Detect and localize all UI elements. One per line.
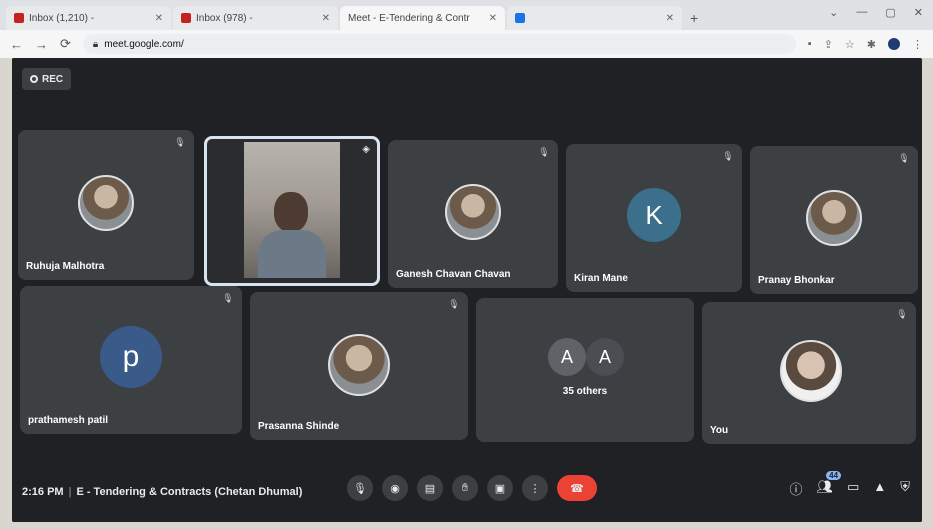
mic-off-icon: 🎙︎ — [896, 309, 908, 319]
tab-gmail-1[interactable]: Inbox (1,210) - ✕ — [6, 6, 171, 30]
rec-label: REC — [42, 73, 64, 85]
call-controls: 🎙︎ ◉ ▤ ✋︎ ▣ ⋮ ☎︎ — [347, 475, 597, 501]
record-icon — [30, 75, 38, 83]
url-text: meet.google.com/ — [104, 38, 184, 50]
others-count: 35 others — [562, 386, 608, 397]
participant-tile[interactable]: 🎙︎ Prasanna Shinde — [250, 292, 468, 440]
tab-label: Inbox (978) - — [196, 12, 253, 24]
new-tab-button[interactable]: + — [690, 10, 698, 26]
bookmark-star-icon[interactable]: ☆ — [845, 38, 855, 51]
camera-icon[interactable]: ◉ — [382, 475, 408, 501]
video-person-head — [274, 192, 308, 232]
tab-meet[interactable]: Meet - E-Tendering & Contr ✕ — [12, 6, 505, 68]
tab-label: Inbox (1,210) - — [29, 12, 95, 24]
tab-doc[interactable]: ✕ — [507, 6, 682, 30]
participant-name: Ganesh Chavan Chavan — [396, 269, 511, 280]
participant-name: You — [710, 425, 729, 436]
video-person-body — [258, 230, 326, 278]
mic-off-icon: 🎙︎ — [722, 151, 734, 161]
mic-off-icon: 🎙︎ — [222, 293, 234, 303]
participant-name: prathamesh patil — [28, 415, 109, 426]
tab-gmail-2[interactable]: Inbox (978) - ✕ — [173, 6, 338, 30]
browser-tab-bar: Inbox (1,210) - ✕ Inbox (978) - ✕ Meet -… — [0, 0, 933, 68]
avatar: A — [586, 338, 624, 376]
participant-count-badge: 44 — [826, 471, 842, 480]
lock-icon: 🔒︎ — [92, 38, 99, 50]
host-controls-icon[interactable]: ⛨ — [900, 479, 910, 498]
avatar: A — [548, 338, 586, 376]
avatar — [806, 190, 862, 246]
menu-icon[interactable]: ⋮ — [912, 38, 923, 51]
participant-tile[interactable]: 🎙︎ Ganesh Chavan Chavan — [388, 140, 558, 288]
avatar — [445, 184, 501, 240]
meeting-info: 2:16 PM | E - Tendering & Contracts (Cheta… — [22, 486, 303, 498]
close-icon[interactable]: ✕ — [155, 13, 163, 24]
doc-icon — [515, 13, 525, 23]
participant-name: Pranay Bhonkar — [758, 275, 835, 286]
share-icon[interactable]: ⇪ — [824, 38, 833, 51]
meeting-title: E - Tendering & Contracts (Chetan Dhumal… — [76, 486, 303, 498]
camera-icon[interactable]: ▪ — [808, 38, 812, 51]
participant-tile-active-speaker[interactable]: ◈ — [204, 136, 380, 286]
participant-tile-self[interactable]: 🎙︎ You — [702, 302, 916, 444]
captions-icon[interactable]: ▤ — [417, 475, 443, 501]
leave-call-button[interactable]: ☎︎ — [557, 475, 597, 501]
participant-video — [244, 142, 340, 278]
avatar: K — [627, 188, 681, 242]
info-icon[interactable]: ⓘ — [790, 479, 803, 498]
meeting-time: 2:16 PM — [22, 486, 64, 498]
side-controls: ⓘ 👥︎ 44 ▭ ▲ ⛨ — [790, 471, 910, 498]
mic-off-icon: 🎙︎ — [538, 147, 550, 157]
speaking-indicator-icon: ◈ — [362, 144, 370, 155]
chevron-down-icon[interactable]: ⌄ — [829, 6, 838, 19]
maximize-icon[interactable]: ▢ — [885, 6, 895, 19]
participant-tile[interactable]: 🎙︎ K Kiran Mane — [566, 144, 742, 292]
avatar — [780, 340, 842, 402]
address-bar[interactable]: 🔒︎ meet.google.com/ — [82, 34, 796, 54]
profile-avatar[interactable] — [888, 37, 900, 50]
close-icon[interactable]: ✕ — [322, 13, 330, 24]
participant-tile[interactable]: 🎙︎ p prathamesh patil — [20, 286, 242, 434]
gmail-icon — [14, 13, 24, 23]
toolbar-actions: ▪ ⇪ ☆ ✱ ⋮ — [808, 37, 923, 51]
close-icon[interactable]: ✕ — [666, 13, 674, 24]
browser-toolbar: ← → ⟳ 🔒︎ meet.google.com/ ▪ ⇪ ☆ ✱ ⋮ — [0, 30, 933, 58]
participant-name: Kiran Mane — [574, 273, 628, 284]
extensions-icon[interactable]: ✱ — [867, 38, 876, 51]
gmail-icon — [181, 13, 191, 23]
reload-icon[interactable]: ⟳ — [60, 36, 71, 52]
participant-name: Prasanna Shinde — [258, 421, 340, 432]
activities-icon[interactable]: ▲ — [873, 479, 886, 498]
meet-window: REC 🎙︎ Ruhuja Malhotra ◈ 🎙︎ Ganesh Chava… — [12, 58, 922, 522]
recording-badge: REC — [22, 68, 72, 90]
present-icon[interactable]: ▣ — [487, 475, 513, 501]
participant-tile[interactable]: 🎙︎ Ruhuja Malhotra — [18, 130, 194, 280]
forward-icon[interactable]: → — [35, 37, 48, 52]
back-icon[interactable]: ← — [10, 37, 23, 52]
tab-label: Meet - E-Tendering & Contr — [348, 12, 470, 24]
window-controls: ⌄ — ▢ ✕ — [829, 6, 923, 19]
mic-off-icon: 🎙︎ — [448, 299, 460, 309]
meeting-controls-bar: 2:16 PM | E - Tendering & Contracts (Cheta… — [12, 462, 922, 522]
mic-off-icon: 🎙︎ — [898, 153, 910, 163]
avatar: p — [100, 326, 162, 388]
close-window-icon[interactable]: ✕ — [914, 6, 923, 19]
more-options-icon[interactable]: ⋮ — [522, 475, 548, 501]
avatar — [78, 175, 134, 231]
minimize-icon[interactable]: — — [856, 6, 867, 19]
mic-off-icon: 🎙︎ — [174, 137, 186, 147]
close-icon[interactable]: ✕ — [489, 13, 497, 24]
raise-hand-icon[interactable]: ✋︎ — [452, 475, 478, 501]
participant-name: Ruhuja Malhotra — [26, 261, 105, 272]
mic-icon[interactable]: 🎙︎ — [347, 475, 373, 501]
participant-tile[interactable]: 🎙︎ Pranay Bhonkar — [750, 146, 918, 294]
chat-icon[interactable]: ▭ — [847, 479, 859, 498]
others-tile[interactable]: A A 35 others — [476, 298, 694, 442]
people-icon[interactable]: 👥︎ 44 — [817, 471, 842, 498]
avatar — [328, 334, 390, 396]
